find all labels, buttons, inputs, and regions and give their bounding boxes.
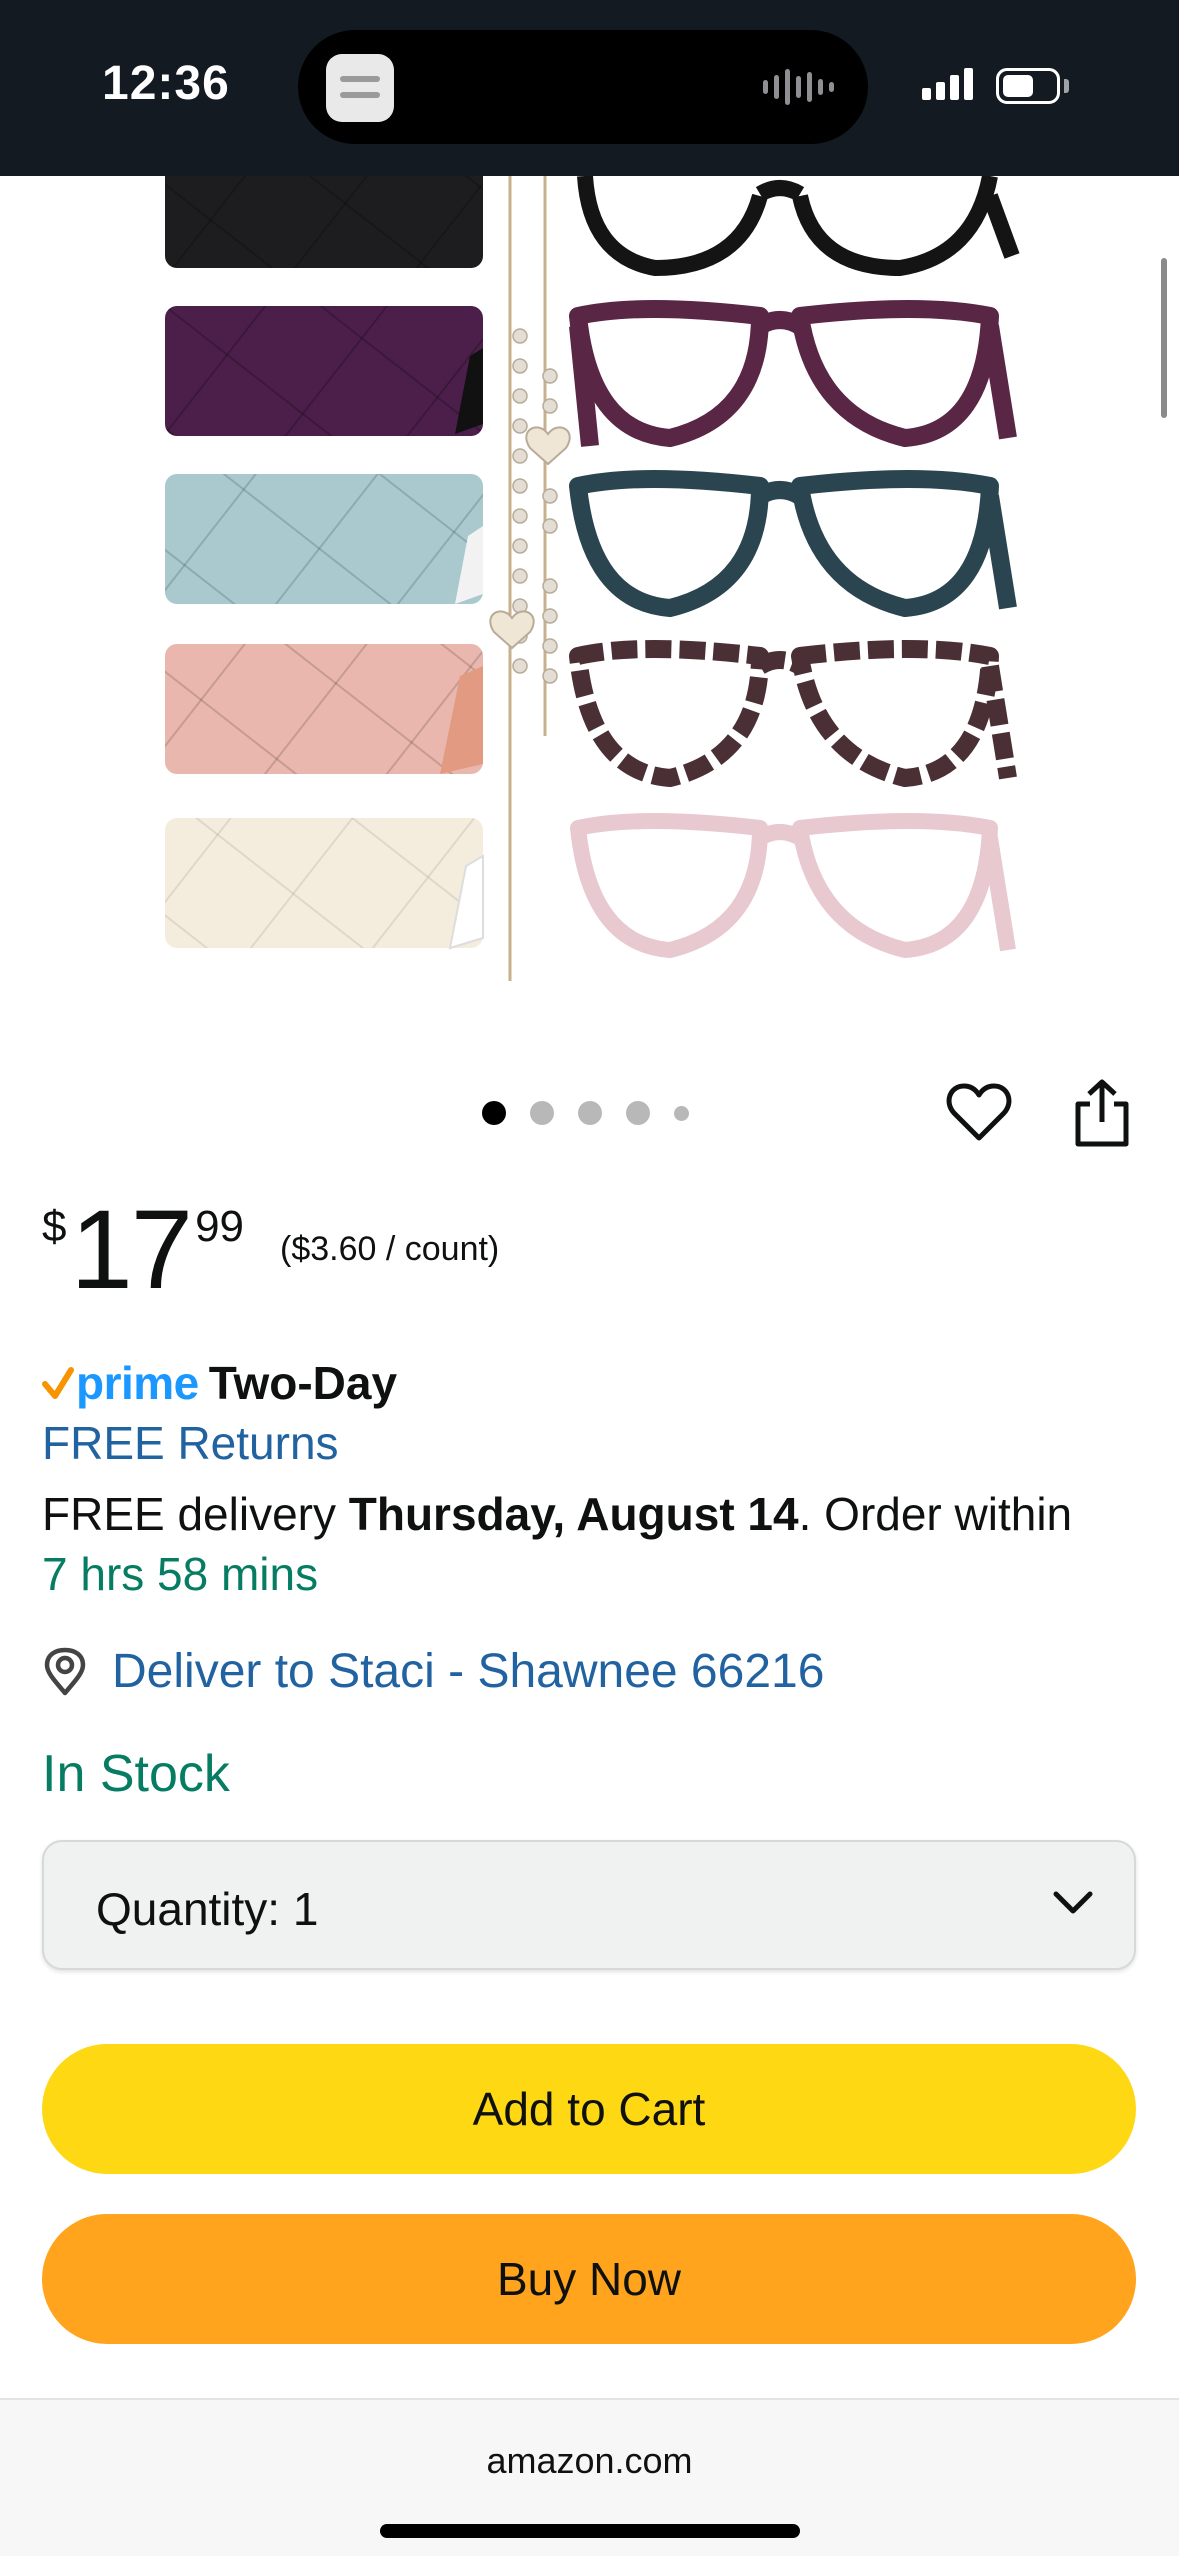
- product-image[interactable]: [0, 176, 1179, 1026]
- deliver-to-text[interactable]: Deliver to Staci - Shawnee 66216: [112, 1644, 824, 1699]
- unit-price: ($3.60 / count): [280, 1230, 500, 1268]
- quantity-value: 1: [292, 1883, 319, 1935]
- glasses-teal-tortoise: [569, 470, 1017, 617]
- audio-waveform-icon: [763, 68, 834, 106]
- glasses-case-light-blue: [165, 474, 483, 604]
- delivery-suffix: . Order within: [798, 1488, 1073, 1540]
- status-bar: 12:36: [0, 0, 1179, 176]
- prime-badge: prime Two-Day: [42, 1356, 397, 1410]
- browser-bottom-bar: amazon.com: [0, 2398, 1179, 2556]
- location-pin-icon: [44, 1647, 86, 1695]
- glasses-black: [577, 176, 1020, 276]
- carousel-dot[interactable]: [530, 1101, 554, 1125]
- dynamic-island: [298, 30, 868, 144]
- price-whole: 17: [70, 1187, 193, 1312]
- price-currency: $: [42, 1202, 67, 1251]
- carousel-dot[interactable]: [482, 1101, 506, 1125]
- address-bar-url[interactable]: amazon.com: [0, 2440, 1179, 2482]
- live-activity-app-icon: [326, 54, 394, 122]
- glasses-purple-tortoise: [569, 300, 1017, 447]
- delivery-date: Thursday, August 14: [348, 1488, 799, 1540]
- home-indicator[interactable]: [380, 2524, 800, 2538]
- glasses-case-purple: [165, 306, 483, 436]
- carousel-dot[interactable]: [626, 1101, 650, 1125]
- share-icon[interactable]: [1072, 1078, 1132, 1148]
- order-countdown: 7 hrs 58 mins: [42, 1548, 319, 1600]
- delivery-message: FREE delivery Thursday, August 14. Order…: [42, 1484, 1152, 1604]
- free-returns-link[interactable]: FREE Returns: [42, 1416, 339, 1470]
- add-to-cart-button[interactable]: Add to Cart: [42, 2044, 1136, 2174]
- battery-cap: [1064, 79, 1069, 93]
- stock-status: In Stock: [42, 1745, 230, 1803]
- glasses-clear-pink: [570, 813, 1016, 958]
- glasses-leopard-tortoise: [569, 640, 1017, 787]
- buy-now-button[interactable]: Buy Now: [42, 2214, 1136, 2344]
- price: $ 17 99: [42, 1190, 244, 1310]
- battery-icon: [996, 68, 1060, 104]
- status-time: 12:36: [102, 57, 230, 110]
- quantity-label-text: Quantity:: [96, 1883, 281, 1935]
- product-image-illustration: [165, 176, 1020, 981]
- prime-logo-text: prime: [76, 1357, 199, 1409]
- image-carousel-dots[interactable]: [482, 1101, 689, 1125]
- chevron-down-icon: [1053, 1891, 1093, 1914]
- heart-icon[interactable]: [946, 1080, 1012, 1146]
- cellular-signal-icon: [922, 68, 973, 100]
- glasses-case-black: [165, 176, 483, 268]
- prime-check-icon: [42, 1367, 74, 1399]
- glasses-case-pink: [165, 644, 483, 774]
- carousel-dot[interactable]: [674, 1105, 689, 1121]
- page-scroll-indicator[interactable]: [1161, 258, 1167, 418]
- quantity-dropdown[interactable]: Quantity: 1: [42, 1840, 1136, 1970]
- price-fraction: 99: [195, 1202, 245, 1251]
- delivery-prefix: FREE delivery: [42, 1488, 349, 1540]
- quantity-label: Quantity: 1: [96, 1882, 318, 1936]
- deliver-to-link[interactable]: Deliver to Staci - Shawnee 66216: [42, 1644, 824, 1699]
- prime-speed: Two-Day: [208, 1357, 398, 1409]
- glasses-case-cream: [165, 818, 484, 950]
- carousel-dot[interactable]: [578, 1101, 602, 1125]
